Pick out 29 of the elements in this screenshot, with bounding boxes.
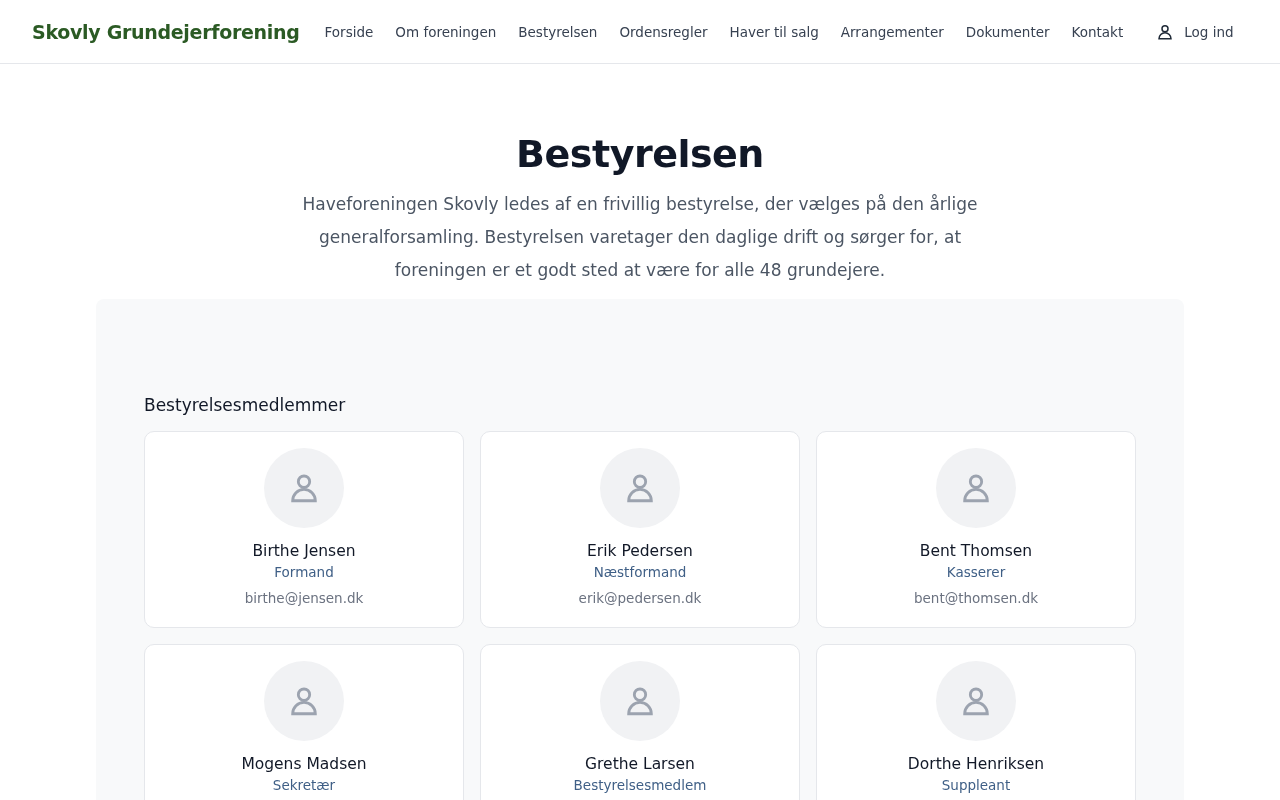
nav-link[interactable]: Ordensregler [608,23,719,40]
member-name: Grethe Larsen [585,755,695,773]
nav-link[interactable]: Bestyrelsen [507,23,609,40]
nav-link[interactable]: Dokumenter [954,23,1061,40]
nav-link[interactable]: Haver til salg [718,23,830,40]
email-link[interactable]: bent@thomsen.dk [913,590,1039,606]
member-name: Bent Thomsen [919,542,1033,560]
member-role: Sekretær [272,777,336,793]
member-name: Erik Pedersen [587,542,693,560]
site-logo[interactable]: Skovly Grundejerforening [32,20,300,43]
email-link[interactable]: birthe@jensen.dk [244,590,364,606]
email-link[interactable]: erik@pedersen.dk [578,590,702,606]
user-icon [1156,22,1175,41]
member-name: Dorthe Henriksen [907,755,1045,773]
member-name: Birthe Jensen [252,542,356,560]
member-role: Suppleant [941,777,1011,793]
nav-link[interactable]: Om foreningen [384,23,508,40]
intro-paragraph: Haveforeningen Skovly ledes af en frivillig bestyrelse, der vælges på den årlige generalforsamling. Bestyrelsen varetager den daglige drift og sørger for, at foreningen er et godt sted at være for alle 48 grundejere. [301,193,979,282]
member-name: Mogens Madsen [241,755,367,773]
member-role: Kasserer [946,564,1006,580]
section-heading: Bestyrelsesmedlemmer [144,395,347,415]
login-link[interactable]: Log ind [1156,22,1234,41]
member-role: Bestyrelsesmedlem [573,777,707,793]
nav-link[interactable]: Arrangementer [829,23,955,40]
member-role: Formand [274,564,334,580]
page-title: Bestyrelsen [516,132,764,176]
nav-link[interactable]: Kontakt [1060,23,1135,40]
nav-link[interactable]: Forside [313,23,385,40]
member-role: Næstformand [593,564,687,580]
